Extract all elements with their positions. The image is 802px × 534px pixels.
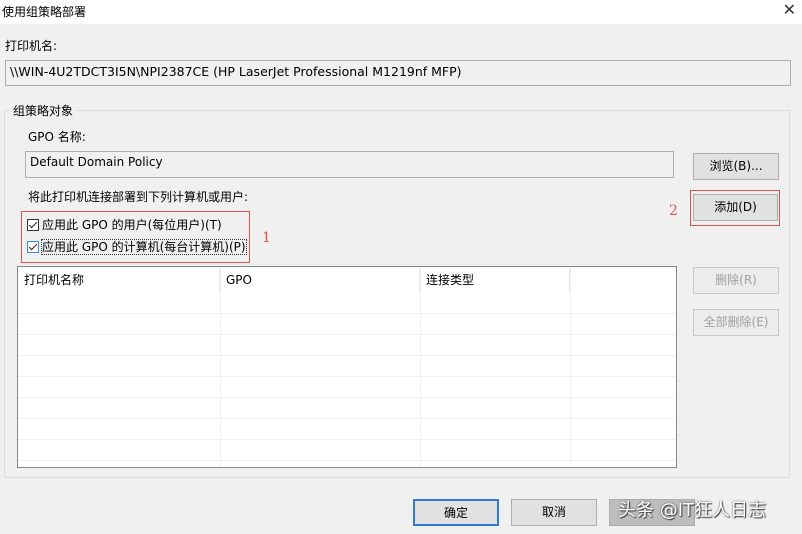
watermark: 头条 @IT狂人日志: [618, 500, 767, 521]
title-bar: [0, 0, 802, 24]
annotation-1: 1: [262, 230, 271, 246]
ok-button[interactable]: 确定: [413, 499, 499, 526]
printer-name-field: \\WIN-4U2TDCT3I5N\NPI2387CE (HP LaserJet…: [5, 60, 791, 86]
column-header-printer[interactable]: 打印机名称: [18, 269, 220, 291]
cancel-button[interactable]: 取消: [511, 499, 597, 526]
users-checkbox-label: 应用此 GPO 的用户(每位用户)(T): [42, 218, 222, 232]
remove-all-button[interactable]: 全部删除(E): [693, 309, 779, 336]
close-icon[interactable]: ✕: [783, 0, 796, 19]
window-title: 使用组策略部署: [2, 5, 87, 19]
gpo-name-label: GPO 名称:: [28, 130, 86, 144]
computers-checkbox[interactable]: 应用此 GPO 的计算机(每台计算机)(P): [27, 238, 247, 255]
checkbox-icon[interactable]: [27, 219, 39, 231]
column-header-gpo[interactable]: GPO: [220, 269, 420, 291]
computers-checkbox-label: 应用此 GPO 的计算机(每台计算机)(P): [41, 239, 247, 255]
browse-button[interactable]: 浏览(B)...: [693, 153, 779, 180]
deploy-label: 将此打印机连接部署到下列计算机或用户:: [28, 190, 249, 204]
deployment-list[interactable]: 打印机名称 GPO 连接类型: [17, 266, 677, 468]
users-checkbox[interactable]: 应用此 GPO 的用户(每位用户)(T): [27, 216, 222, 233]
annotation-2: 2: [669, 203, 678, 219]
checkbox-icon[interactable]: [27, 241, 39, 253]
gpo-name-field: Default Domain Policy: [25, 151, 674, 178]
remove-button[interactable]: 删除(R): [693, 267, 779, 294]
column-header-type[interactable]: 连接类型: [420, 269, 570, 291]
gpo-group-label: 组策略对象: [10, 102, 77, 119]
add-button[interactable]: 添加(D): [693, 194, 778, 221]
printer-name-label: 打印机名:: [5, 39, 58, 53]
